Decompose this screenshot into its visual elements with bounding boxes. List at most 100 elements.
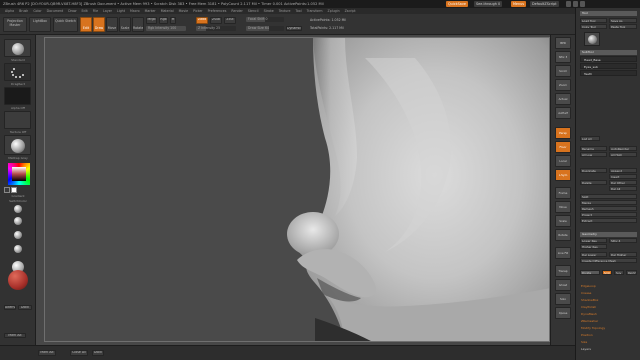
merge-button[interactable]: Merge [580, 200, 637, 205]
smt-toggle[interactable]: Smt [602, 270, 612, 275]
list-all-button[interactable]: List All [580, 136, 600, 141]
reuv-toggle[interactable]: ReUV [626, 270, 637, 275]
floor-button[interactable]: Floor [555, 141, 571, 153]
frame-button[interactable]: Frame [555, 187, 571, 199]
menu-edit[interactable]: Edit [82, 9, 88, 13]
menu-layer[interactable]: Layer [103, 9, 112, 13]
projection-master-button[interactable]: Projection Master [3, 17, 27, 32]
secondary-color-swatch[interactable] [4, 187, 10, 193]
edgeloop-subpalette[interactable]: EdgeLoop [581, 284, 596, 288]
lightbox-button[interactable]: LightBox [29, 17, 51, 32]
menu-texture[interactable]: Texture [279, 9, 291, 13]
crease-subpalette[interactable]: Crease [581, 291, 591, 295]
geometry-header[interactable]: Geometry [580, 232, 637, 237]
split-button[interactable]: Split [580, 194, 637, 199]
subtool-row[interactable]: Head_Base [580, 56, 637, 62]
brush-sphere-icon[interactable] [14, 217, 22, 225]
higher-res-button[interactable]: Higher Res [580, 244, 607, 249]
mark-alt-button[interactable]: Mark Alt [38, 350, 56, 356]
menu-file[interactable]: File [93, 9, 98, 13]
sculpt-nose-model[interactable] [45, 38, 550, 342]
tool-header[interactable]: Tool [580, 11, 637, 16]
size-subpalette[interactable]: Size [581, 340, 587, 344]
lower-res-button[interactable]: Lower Res [580, 238, 607, 243]
xpose-button[interactable]: Xpose [555, 307, 571, 319]
menu-draw[interactable]: Draw [68, 9, 76, 13]
zremesher-subpalette[interactable]: ZRemesher [581, 319, 598, 323]
menu-render[interactable]: Render [231, 9, 242, 13]
persp-button[interactable]: Persp [555, 127, 571, 139]
del-lower-button[interactable]: Del Lower [580, 252, 607, 257]
menu-zplugin[interactable]: Zplugin [328, 9, 340, 13]
m-button[interactable]: M [170, 17, 176, 24]
move-view-button[interactable]: Move [555, 201, 571, 213]
scroll-button[interactable]: Scroll [555, 65, 571, 77]
close-all-button[interactable]: Close All [70, 350, 88, 356]
subtool-header[interactable]: SubTool [580, 50, 637, 55]
menu-stroke[interactable]: Stroke [264, 9, 274, 13]
suv-toggle[interactable]: Suv [614, 270, 624, 275]
del-higher-button[interactable]: Del Higher [609, 252, 637, 257]
menu-color[interactable]: Color [33, 9, 41, 13]
gradient-label[interactable]: Gradient [0, 194, 36, 198]
menu-light[interactable]: Light [117, 9, 125, 13]
menu-material[interactable]: Material [161, 9, 174, 13]
menu-stencil[interactable]: Stencil [248, 9, 259, 13]
menu-zscript[interactable]: Zscript [345, 9, 356, 13]
solo-button[interactable]: Solo [555, 293, 571, 305]
append-button[interactable]: Append [609, 168, 637, 173]
save-as-button[interactable]: Save As [609, 18, 637, 23]
menus-button[interactable]: Menus [511, 1, 527, 7]
zoom-button[interactable]: Zoom [555, 79, 571, 91]
brush-thumbnail[interactable] [4, 39, 31, 57]
menu-preferences[interactable]: Preferences [208, 9, 227, 13]
shadowbox-subpalette[interactable]: ShadowBox [581, 298, 598, 302]
edit-button[interactable]: Edit [80, 17, 92, 32]
divide-button[interactable]: Divide [580, 270, 600, 275]
brush-sphere-icon[interactable] [14, 245, 22, 253]
menu-tool[interactable]: Tool [295, 9, 301, 13]
main-color-swatch[interactable] [11, 187, 17, 193]
copy-tool-button[interactable]: Copy Tool [580, 24, 607, 29]
menu-brush[interactable]: Brush [19, 9, 28, 13]
rgb-button[interactable]: Rgb [159, 17, 168, 24]
menu-movie[interactable]: Movie [179, 9, 188, 13]
close-icon[interactable] [580, 1, 585, 7]
auto-reorder-button[interactable]: AutoReorder [609, 146, 637, 151]
ghost-button[interactable]: Ghost [555, 279, 571, 291]
claypolish-subpalette[interactable]: ClayPolish [581, 305, 596, 309]
quicksave-button[interactable]: QuickSave [446, 1, 468, 7]
draw-size-slider[interactable]: Draw Size 64 [246, 26, 284, 31]
draw-button[interactable]: Draw [93, 17, 105, 32]
menu-alpha[interactable]: Alpha [5, 9, 14, 13]
switch-color-label[interactable]: SwitchColor [0, 199, 36, 203]
del-all-button[interactable]: Del All [609, 186, 637, 191]
transp-button[interactable]: Transp [555, 265, 571, 277]
dock-bottom-button[interactable]: Dock [92, 350, 104, 356]
menu-marker[interactable]: Marker [145, 9, 156, 13]
quick-sketch-button[interactable]: Quick Sketch [53, 17, 78, 32]
menu-picker[interactable]: Picker [193, 9, 203, 13]
zcut-button[interactable]: Zcut [224, 17, 236, 24]
project-button[interactable]: Project [580, 212, 637, 217]
menu-document[interactable]: Document [47, 9, 64, 13]
stroke-thumbnail[interactable] [4, 63, 31, 81]
position-subpalette[interactable]: Position [581, 333, 593, 337]
rotate-button[interactable]: Rotate [132, 17, 144, 32]
rotate-view-button[interactable]: Rotate [555, 229, 571, 241]
z-intensity-slider[interactable]: Z Intensity 25 [196, 26, 236, 31]
zadd-button[interactable]: Zadd [196, 17, 208, 24]
seethrough-slider[interactable]: See-through 0 [474, 1, 503, 7]
document-canvas[interactable] [44, 37, 550, 342]
minimize-icon[interactable] [566, 1, 571, 7]
dock-button[interactable]: Dock [18, 305, 32, 310]
zsub-button[interactable]: Zsub [210, 17, 222, 24]
color-square[interactable] [12, 167, 26, 181]
sdiv-slider[interactable]: SDiv 4 [609, 238, 637, 243]
move-button[interactable]: Move [106, 17, 118, 32]
material-thumbnail[interactable] [4, 135, 31, 155]
lsym-button[interactable]: L.Sym [555, 169, 571, 181]
mrgb-button[interactable]: Mrgb [146, 17, 157, 24]
actual-button[interactable]: Actual [555, 93, 571, 105]
load-tool-button[interactable]: Load Tool [580, 18, 607, 23]
